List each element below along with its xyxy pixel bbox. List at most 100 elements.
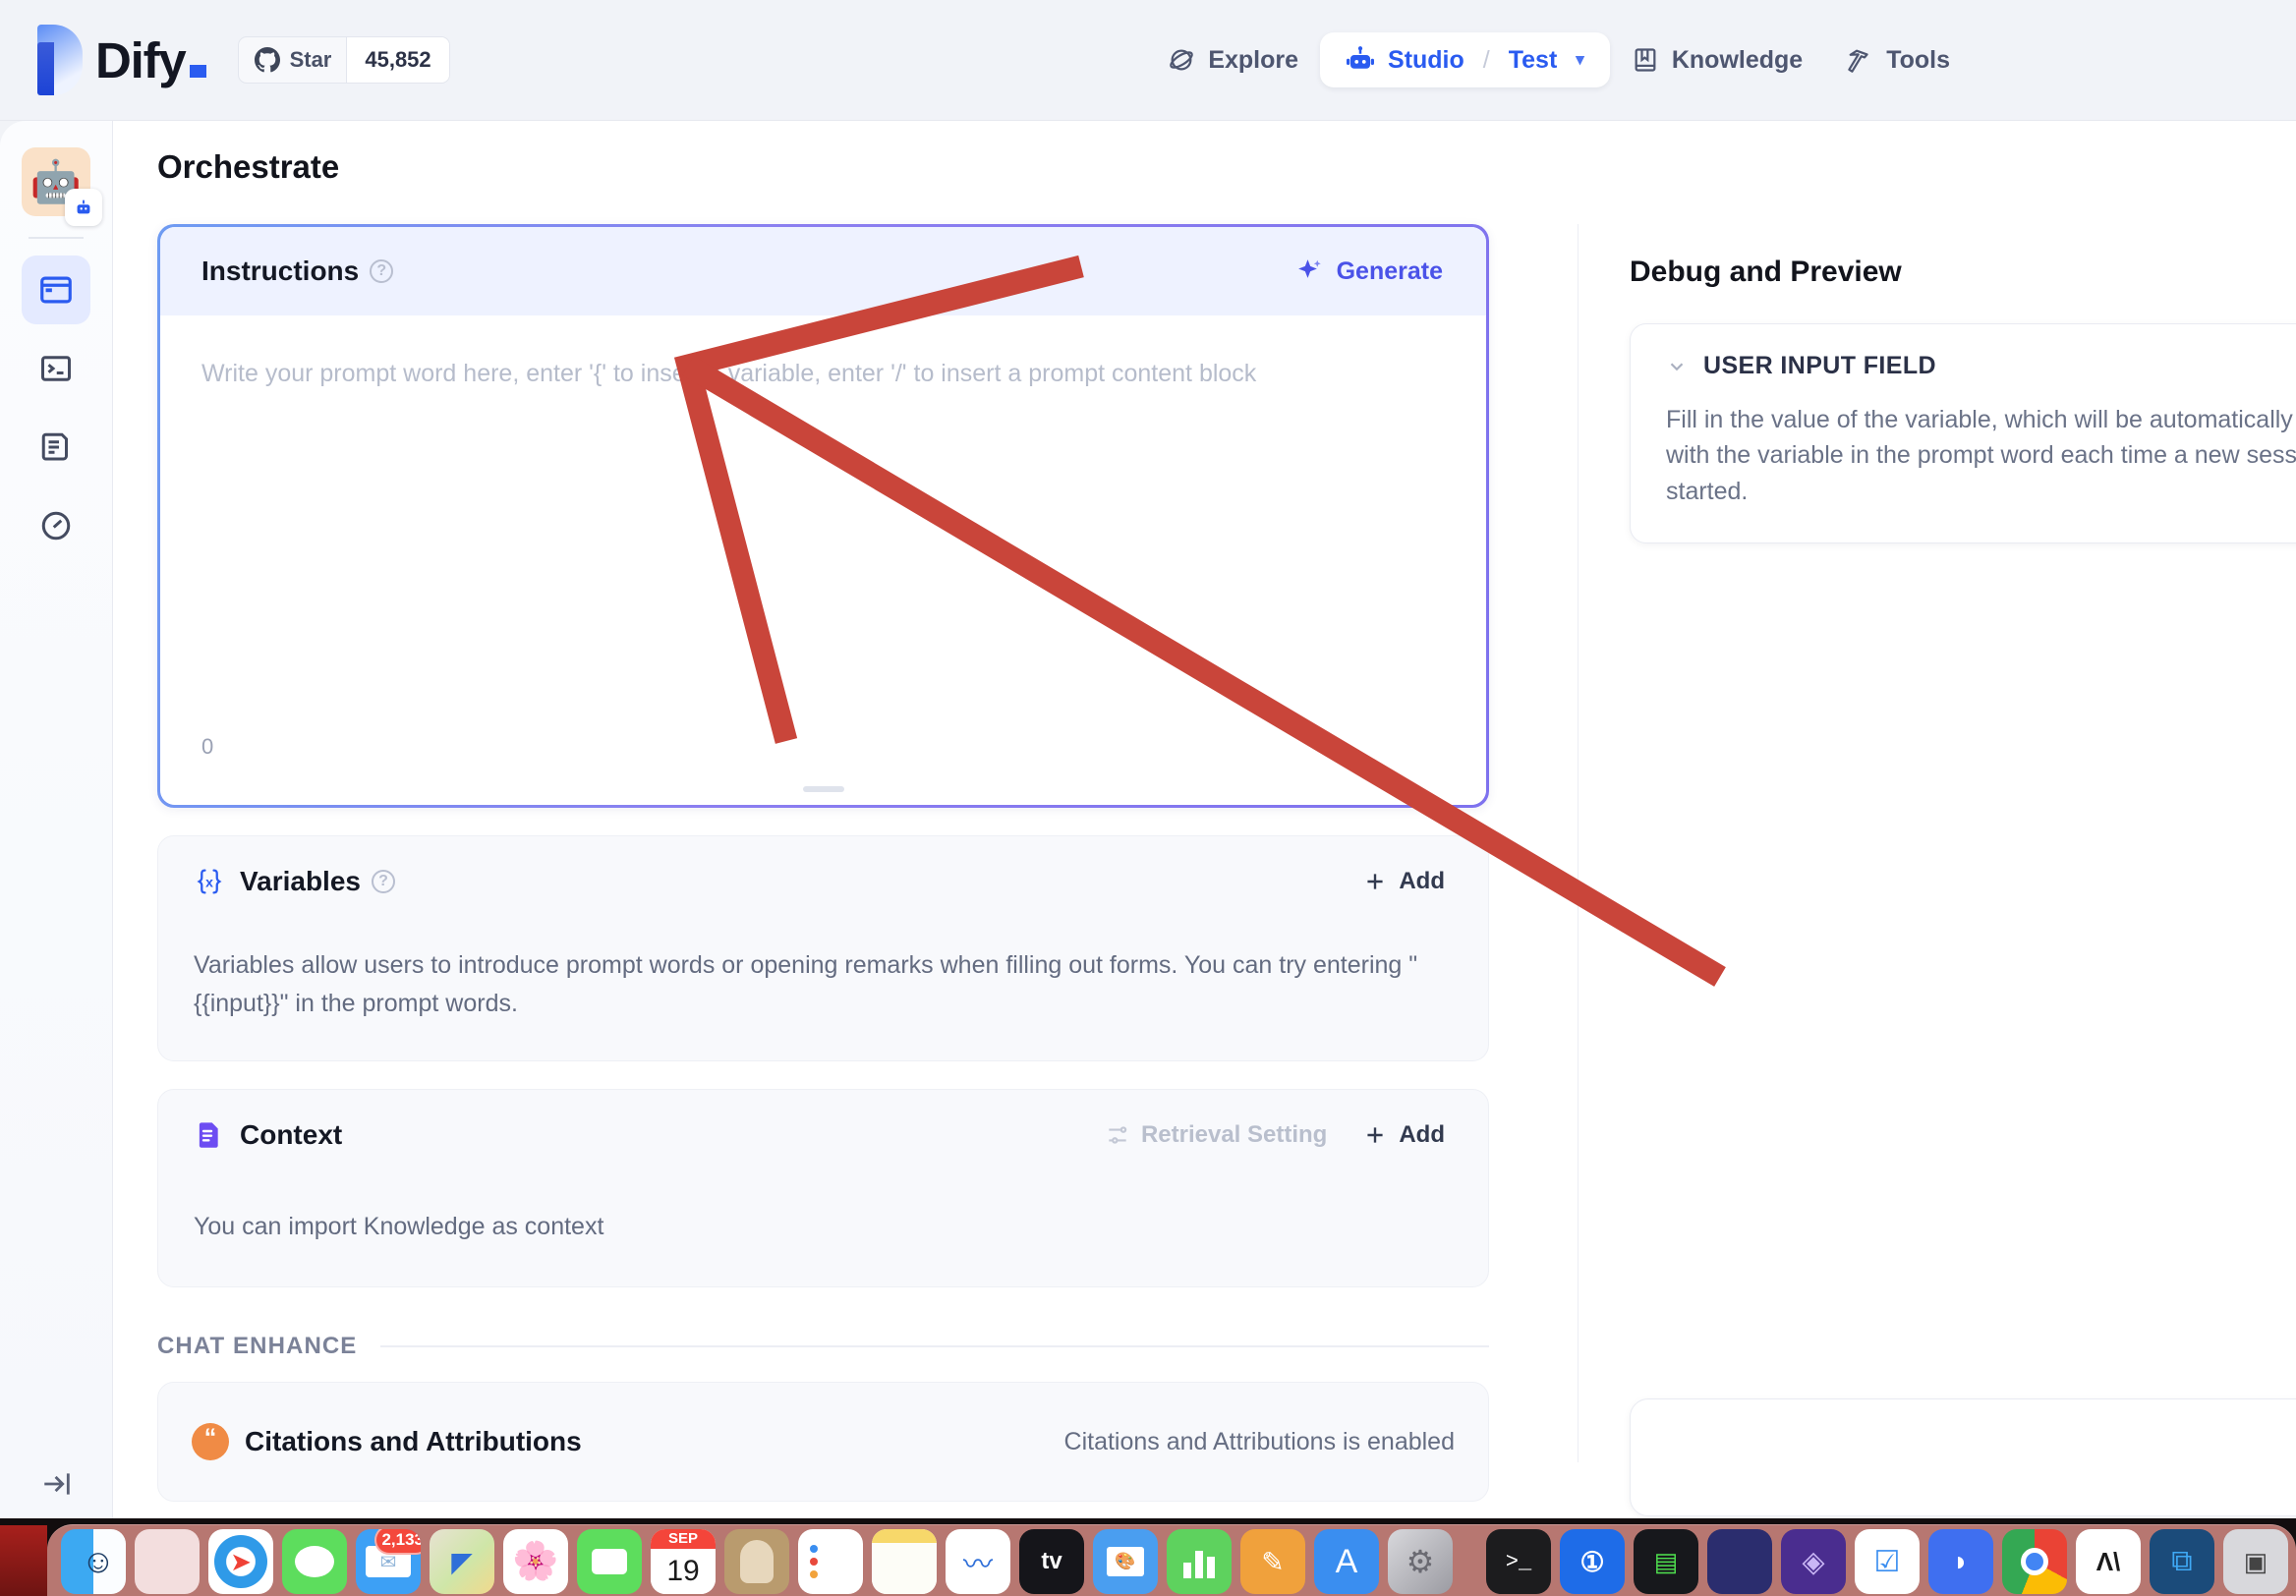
dock-contacts-icon[interactable] [724, 1529, 789, 1594]
dock-messages-icon[interactable] [282, 1529, 347, 1594]
github-star-count: 45,852 [346, 37, 449, 83]
dock-maps-icon[interactable]: ◤ [430, 1529, 494, 1594]
app-avatar[interactable]: 🤖 [22, 147, 102, 226]
resize-handle[interactable] [802, 786, 844, 792]
user-input-field-label: USER INPUT FIELD [1703, 352, 1936, 379]
dock-numbers-icon[interactable] [1167, 1529, 1232, 1594]
dock-todoist-icon[interactable]: ☑ [1855, 1529, 1920, 1594]
dock-vscode-icon[interactable]: ⧉ [2150, 1529, 2214, 1594]
nav-item-knowledge[interactable]: Knowledge [1610, 32, 1824, 87]
variables-add-button[interactable]: Add [1362, 868, 1445, 895]
planet-icon [1170, 49, 1194, 71]
dock-launchpad-icon[interactable] [135, 1529, 200, 1594]
section-divider [380, 1345, 1489, 1348]
chat-enhance-section-header: CHAT ENHANCE [157, 1333, 1489, 1360]
nav-label-explore: Explore [1208, 45, 1299, 74]
context-add-button[interactable]: Add [1362, 1121, 1445, 1149]
dock-calendar-icon[interactable]: SEP 19 [651, 1529, 716, 1594]
debug-panel-title: Debug and Preview [1630, 256, 1902, 288]
dock-arc-icon[interactable]: ◗ [1928, 1529, 1993, 1594]
main-nav: Explore Studio / Test ▾ Knowledge Tools [1146, 32, 1972, 87]
breadcrumb-separator: / [1482, 45, 1490, 74]
dock-safari-icon[interactable]: ➤ [208, 1529, 273, 1594]
instructions-card: Instructions ? Generate Write your promp… [157, 224, 1489, 808]
calendar-day: 19 [651, 1549, 716, 1594]
dock-system-settings-icon[interactable]: ⚙ [1388, 1529, 1453, 1594]
app-sidebar-rail: 🤖 [0, 121, 113, 1518]
logo-wordmark: Dify [95, 35, 206, 86]
retrieval-setting-button[interactable]: Retrieval Setting [1105, 1121, 1327, 1149]
sidebar-item-monitoring[interactable] [22, 491, 90, 560]
instructions-char-count: 0 [201, 734, 214, 759]
dock-keynote-icon[interactable]: 🎨 [1093, 1529, 1158, 1594]
nav-label-studio: Studio [1388, 45, 1464, 74]
dock-activity-monitor-icon[interactable]: ▤ [1634, 1529, 1698, 1594]
dock-photos-icon[interactable]: 🌸 [503, 1529, 568, 1594]
dock-mail-icon[interactable]: ✉ 2,133 [356, 1529, 421, 1594]
help-circle-icon[interactable]: ? [370, 259, 394, 283]
dock-reminders-icon[interactable] [798, 1529, 863, 1594]
generate-label: Generate [1336, 256, 1443, 285]
nav-item-tools[interactable]: Tools [1824, 32, 1972, 87]
debug-chat-input-box[interactable] [1630, 1398, 2296, 1516]
nav-label-tools: Tools [1886, 45, 1950, 74]
sidebar-item-logs[interactable] [22, 413, 90, 482]
nav-item-explore[interactable]: Explore [1146, 32, 1320, 87]
macos-dock: ☺ ➤ ✉ 2,133 ◤ 🌸 SEP 19 〰 tv 🎨 ✎ A ⚙ >_ ①… [0, 1518, 2296, 1596]
dock-apple-tv-icon[interactable]: tv [1019, 1529, 1084, 1594]
github-icon [254, 47, 280, 73]
sidebar-item-orchestrate[interactable] [22, 256, 90, 324]
chevron-down-icon[interactable] [1666, 356, 1688, 377]
dock-1password-icon[interactable]: ① [1560, 1529, 1625, 1594]
page-title: Orchestrate [157, 148, 340, 185]
user-input-field-header[interactable]: USER INPUT FIELD [1666, 352, 2296, 380]
context-document-icon [199, 1121, 218, 1148]
dock-obsidian-icon[interactable]: ◈ [1781, 1529, 1846, 1594]
chevron-down-icon[interactable]: ▾ [1576, 50, 1584, 70]
dock-app-store-icon[interactable]: A [1314, 1529, 1379, 1594]
context-header: Context Retrieval Setting Add [158, 1090, 1488, 1180]
calendar-month: SEP [651, 1529, 716, 1549]
dock-anthropic-icon[interactable]: Λ\ [2076, 1529, 2141, 1594]
sidebar-item-api-access[interactable] [22, 334, 90, 403]
logo-cursor-dot [189, 64, 206, 78]
dock-visual-studio-icon[interactable] [1707, 1529, 1772, 1594]
curly-braces-icon: x [197, 869, 222, 894]
context-doc-icon [194, 1119, 225, 1151]
dify-logo-icon [37, 25, 83, 95]
app-root: Dify Star 45,852 Explore Studio / Test ▾… [0, 0, 2296, 1596]
brand-logo[interactable]: Dify [37, 25, 206, 95]
variables-help-icon[interactable]: ? [371, 870, 395, 893]
generate-button[interactable]: Generate [1295, 256, 1443, 286]
collapse-sidebar-button[interactable] [0, 1467, 113, 1501]
feature-citations-and-attributions[interactable]: “ Citations and Attributions Citations a… [157, 1382, 1489, 1503]
user-input-field-description: Fill in the value of the variable, which… [1666, 406, 2296, 505]
rail-divider [29, 237, 84, 239]
dock-chrome-icon[interactable] [2002, 1529, 2067, 1594]
current-app-name[interactable]: Test [1509, 46, 1558, 75]
instructions-editor[interactable]: Write your prompt word here, enter '{' t… [160, 315, 1486, 805]
book-icon [1635, 48, 1656, 72]
sparkle-icon [1297, 259, 1321, 278]
document-icon [41, 432, 68, 461]
top-navigation-bar: Dify Star 45,852 Explore Studio / Test ▾… [0, 0, 2296, 121]
github-star-left[interactable]: Star [239, 37, 347, 83]
variables-header: x Variables ? Add [158, 836, 1488, 927]
dock-facetime-icon[interactable] [577, 1529, 642, 1594]
github-star-label: Star [289, 47, 332, 72]
nav-label-knowledge: Knowledge [1671, 45, 1804, 74]
variables-add-label: Add [1399, 868, 1445, 894]
dock-finder-icon[interactable]: ☺ [61, 1529, 126, 1594]
mail-unread-badge: 2,133 [374, 1529, 421, 1555]
dock-freeform-icon[interactable]: 〰 [946, 1529, 1010, 1594]
github-star-button[interactable]: Star 45,852 [237, 36, 450, 84]
orchestrate-left-column: Instructions ? Generate Write your promp… [157, 224, 1489, 1503]
dock-notes-icon[interactable] [872, 1529, 937, 1594]
nav-item-studio[interactable]: Studio / Test ▾ [1320, 32, 1610, 87]
dock-terminal-icon[interactable]: >_ [1486, 1529, 1551, 1594]
variables-title: Variables [240, 866, 361, 896]
dock-pages-icon[interactable]: ✎ [1240, 1529, 1305, 1594]
context-add-label: Add [1399, 1120, 1445, 1148]
dock-screenshot-icon[interactable]: ▣ [2223, 1529, 2288, 1594]
context-description: You can import Knowledge as context [194, 1212, 604, 1240]
